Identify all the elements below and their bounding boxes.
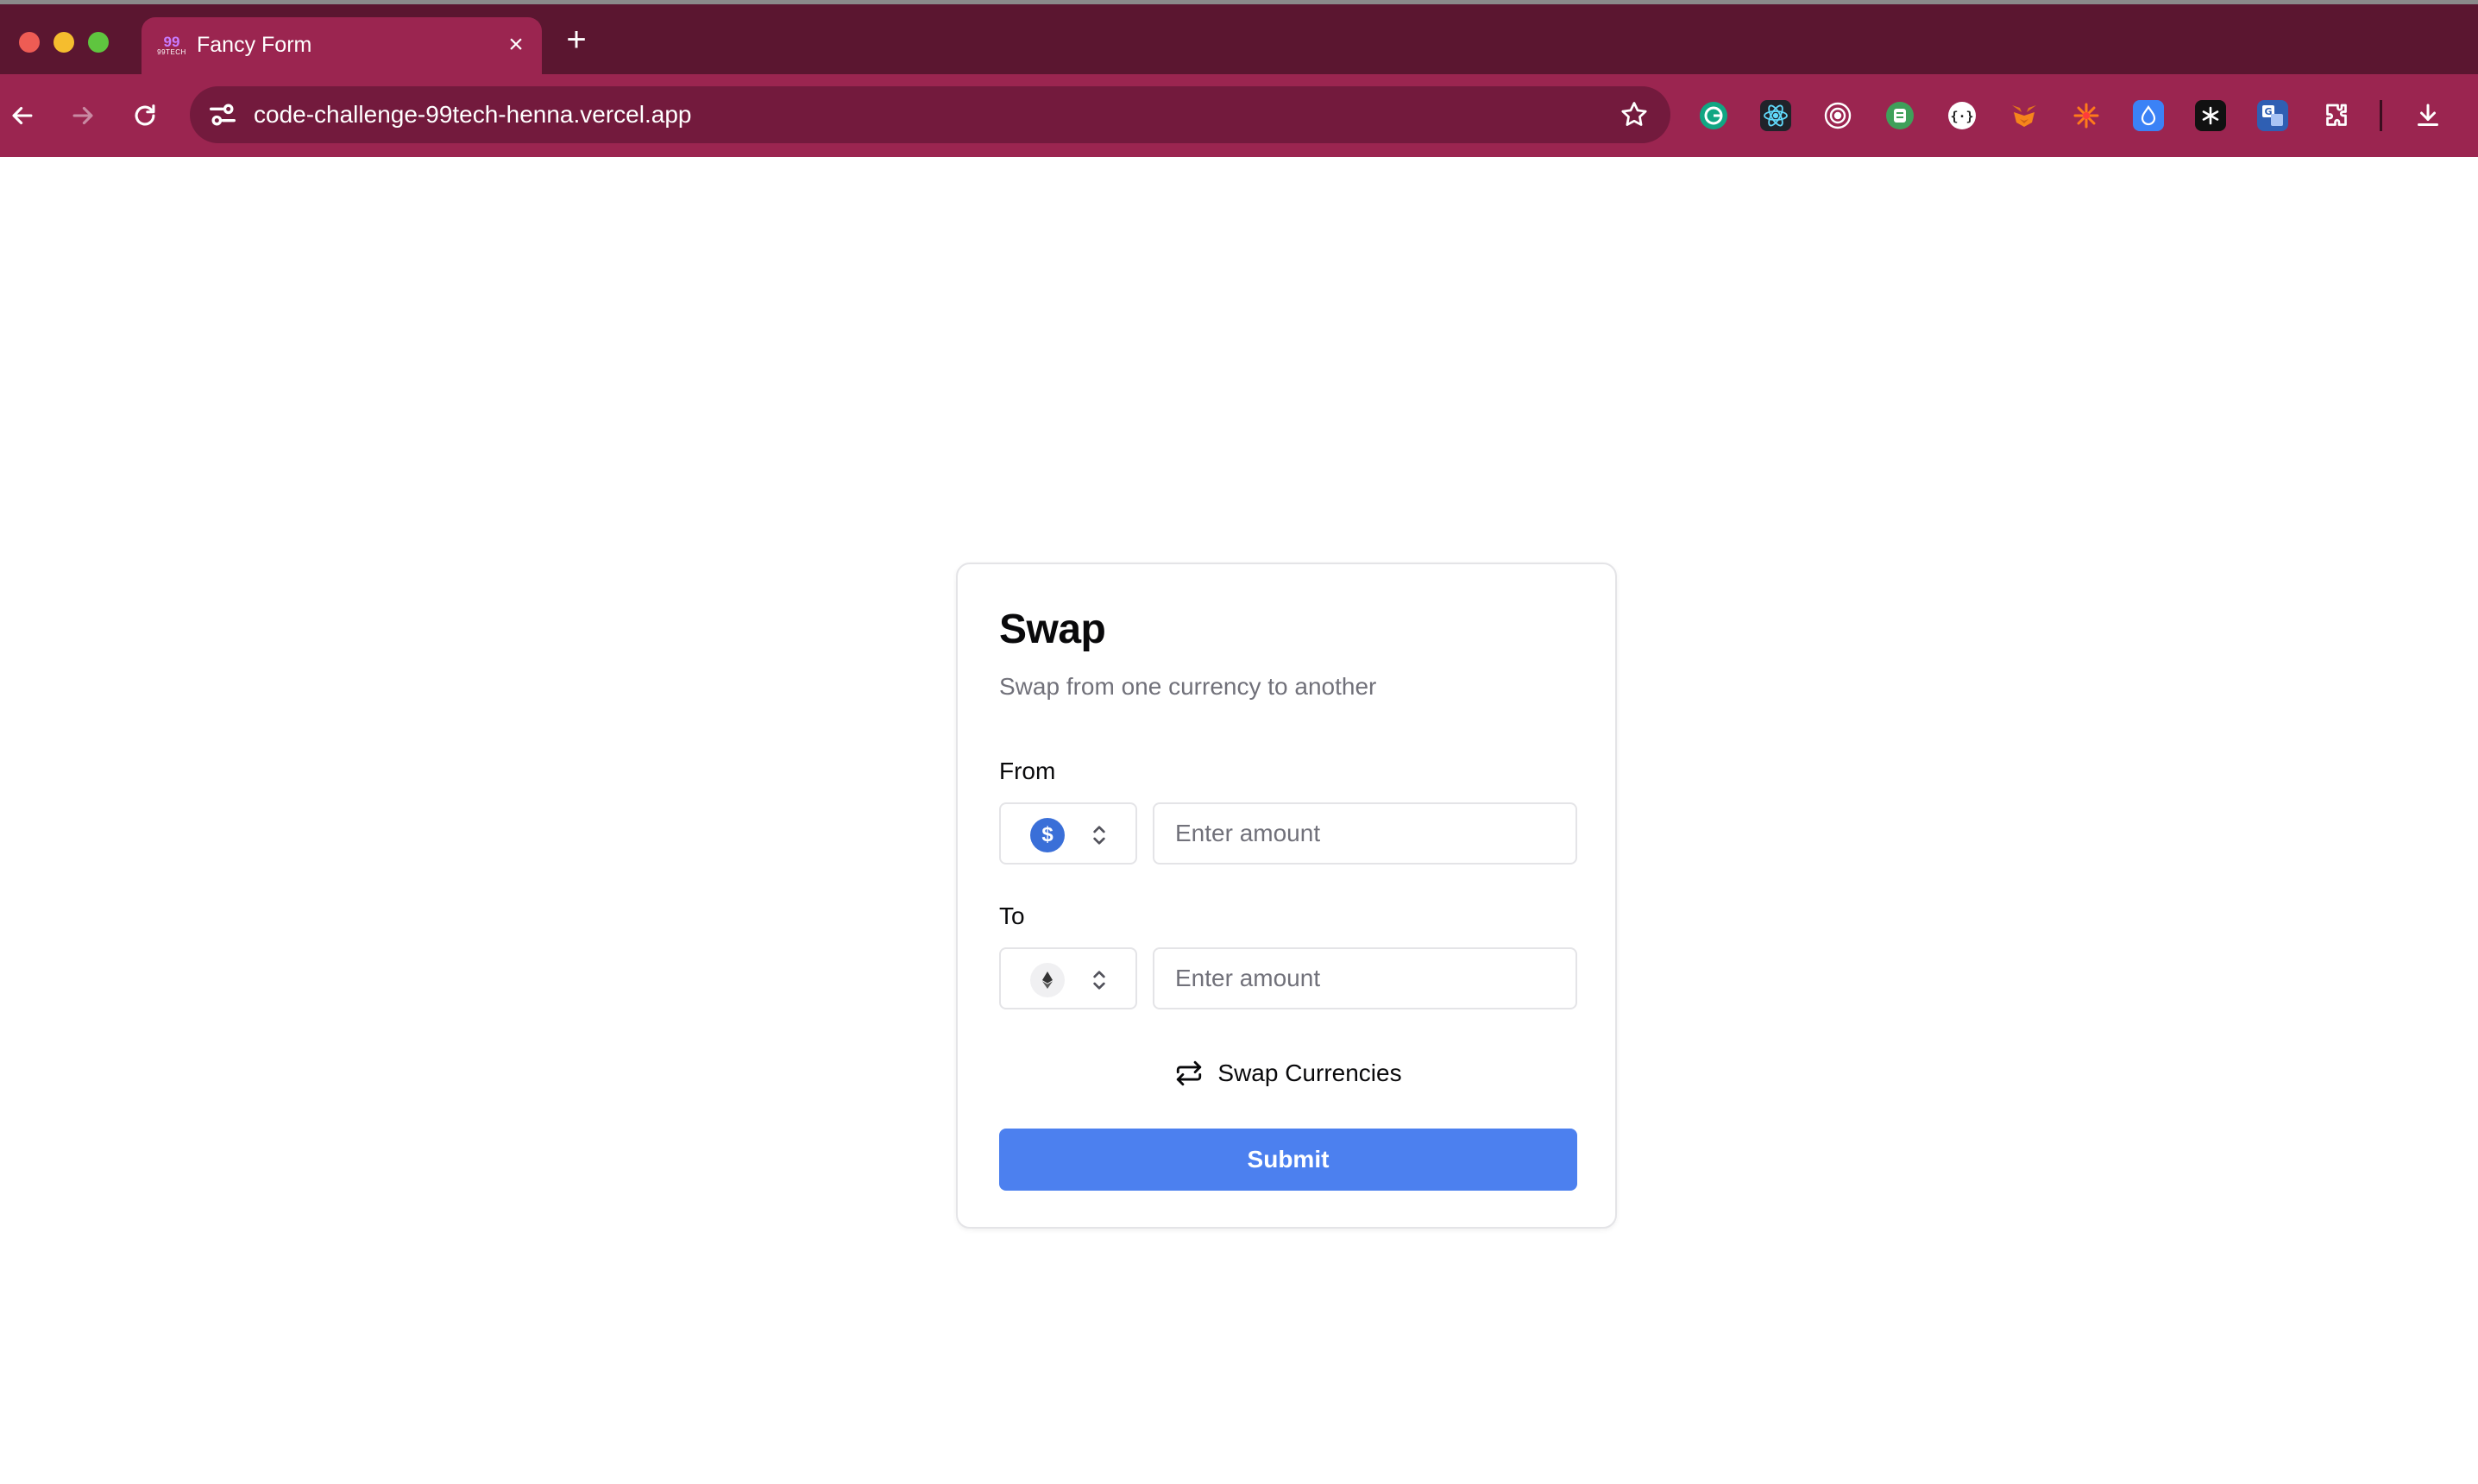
to-label: To bbox=[999, 902, 1025, 929]
svg-text:{·}: {·} bbox=[1950, 109, 1973, 124]
site-settings-icon[interactable] bbox=[205, 97, 240, 132]
swap-currencies-label: Swap Currencies bbox=[1217, 1060, 1402, 1086]
forward-icon[interactable] bbox=[62, 95, 104, 136]
card-description: Swap from one currency to another bbox=[999, 673, 1377, 700]
browser-tabstrip: 99 99TECH Fancy Form × + bbox=[0, 0, 2478, 74]
green-extension-icon[interactable] bbox=[1884, 100, 1915, 131]
close-window-button[interactable] bbox=[19, 32, 40, 53]
99tech-favicon-icon: 99 99TECH bbox=[157, 34, 186, 56]
metamask-icon[interactable] bbox=[2009, 100, 2040, 131]
browser-toolbar: code-challenge-99tech-henna.vercel.app {… bbox=[0, 74, 2478, 157]
tab-close-icon[interactable]: × bbox=[502, 31, 530, 59]
new-tab-button[interactable]: + bbox=[559, 22, 594, 57]
submit-button[interactable]: Submit bbox=[999, 1129, 1577, 1191]
target-icon[interactable] bbox=[1822, 100, 1853, 131]
back-icon[interactable] bbox=[2, 95, 43, 136]
chevrons-up-down-icon bbox=[1093, 971, 1105, 990]
card-title: Swap bbox=[999, 607, 1106, 652]
to-amount-input[interactable] bbox=[1153, 947, 1577, 1009]
address-bar[interactable]: code-challenge-99tech-henna.vercel.app bbox=[190, 86, 1670, 143]
from-amount-input[interactable] bbox=[1153, 802, 1577, 865]
from-currency-select[interactable]: $ bbox=[999, 802, 1137, 865]
react-devtools-icon[interactable] bbox=[1760, 100, 1791, 131]
from-label: From bbox=[999, 758, 1056, 784]
window-top-edge bbox=[0, 0, 2478, 4]
translate-icon[interactable]: G bbox=[2257, 100, 2288, 131]
minimize-window-button[interactable] bbox=[53, 32, 74, 53]
bookmark-star-icon[interactable] bbox=[1619, 99, 1650, 130]
maximize-window-button[interactable] bbox=[88, 32, 109, 53]
usd-coin-icon: $ bbox=[1030, 818, 1065, 852]
download-icon[interactable] bbox=[2412, 100, 2443, 131]
burst-icon[interactable] bbox=[2071, 100, 2102, 131]
chevrons-up-down-icon bbox=[1093, 826, 1105, 845]
to-currency-select[interactable] bbox=[999, 947, 1137, 1009]
swap-card: Swap Swap from one currency to another F… bbox=[956, 563, 1617, 1229]
reload-icon[interactable] bbox=[124, 95, 166, 136]
tab-title: Fancy Form bbox=[197, 33, 312, 57]
blue-drop-icon[interactable] bbox=[2133, 100, 2164, 131]
ethereum-icon bbox=[1030, 963, 1065, 997]
browser-tab-active[interactable]: 99 99TECH Fancy Form × bbox=[142, 17, 542, 74]
grammarly-icon[interactable] bbox=[1698, 100, 1729, 131]
swap-arrows-icon bbox=[1177, 1060, 1202, 1086]
swap-currencies-button[interactable]: Swap Currencies bbox=[999, 1049, 1577, 1097]
dark-asterisk-icon[interactable] bbox=[2195, 100, 2226, 131]
toolbar-divider bbox=[2380, 100, 2382, 131]
json-viewer-icon[interactable]: {·} bbox=[1947, 100, 1978, 131]
extensions-puzzle-icon[interactable] bbox=[2321, 100, 2352, 131]
address-url[interactable]: code-challenge-99tech-henna.vercel.app bbox=[254, 99, 691, 130]
